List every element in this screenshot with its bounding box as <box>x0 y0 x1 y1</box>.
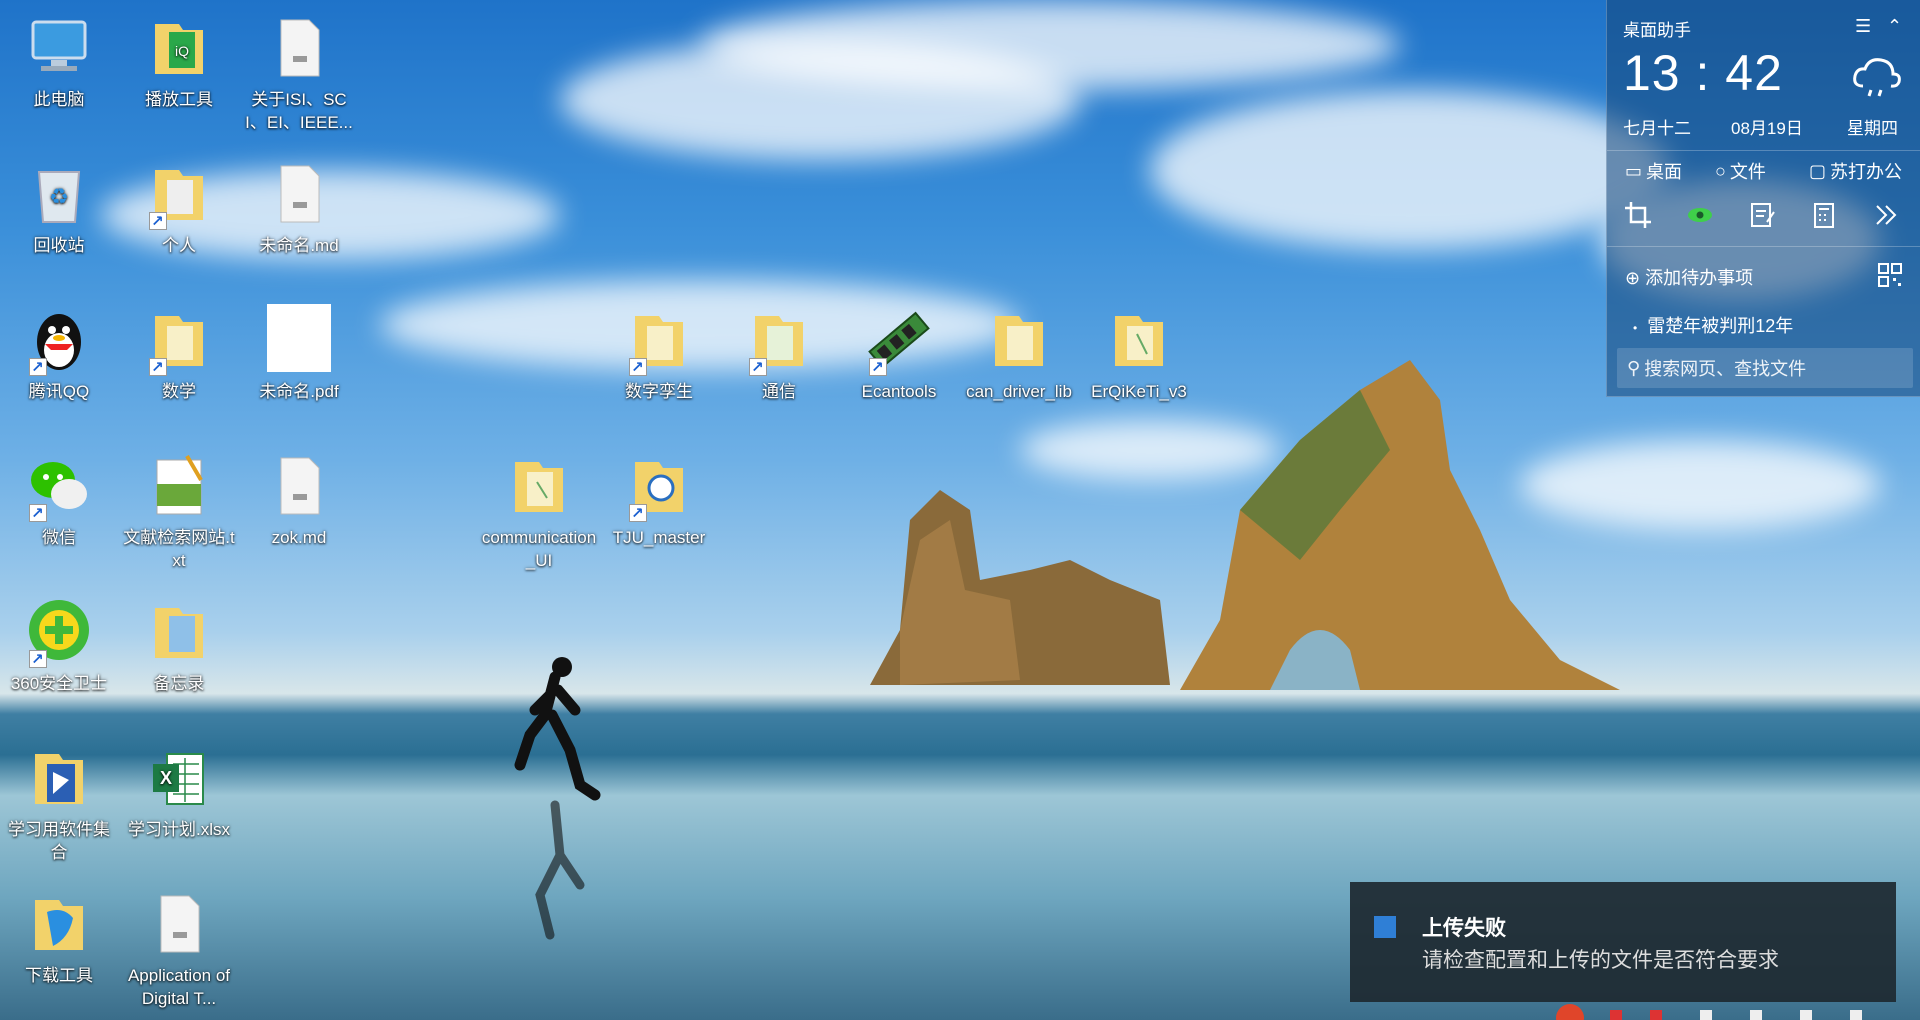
desktop-icon-tju-master[interactable]: TJU_master <box>601 450 717 549</box>
folder-icon: iQ <box>143 12 215 84</box>
svg-text:iQ: iQ <box>175 43 189 59</box>
md-file-icon <box>263 450 335 522</box>
weekday: 星期四 <box>1847 119 1898 138</box>
computer-icon <box>23 12 95 84</box>
desktop-icon-isi-sci[interactable]: 关于ISI、SCI、EI、IEEE... <box>241 12 357 134</box>
folder-icon <box>143 158 215 233</box>
folder-icon <box>1103 304 1175 376</box>
qr-code-icon[interactable] <box>1877 262 1903 288</box>
plus-circle-icon: ⊕ <box>1625 268 1641 288</box>
desktop-icon-untitled-md[interactable]: 未命名.md <box>241 158 357 257</box>
small-rock <box>870 490 1170 685</box>
desktop-icon-personal[interactable]: 个人 <box>121 158 237 257</box>
search-icon: ⚲ <box>1627 357 1641 378</box>
qq-icon <box>23 304 95 379</box>
desktop-icon-communication[interactable]: 通信 <box>721 304 837 403</box>
svg-text:X: X <box>160 768 172 788</box>
shortcut-arrow-icon <box>629 356 647 379</box>
nav-soda-office[interactable]: ▢ 苏打办公 <box>1809 158 1902 184</box>
chevron-right-double-icon[interactable] <box>1871 200 1901 230</box>
desktop-icon-this-pc[interactable]: 此电脑 <box>1 12 117 111</box>
folder-icon <box>23 888 95 960</box>
taskbar-tray-strip <box>1556 1004 1862 1020</box>
desktop-icon-ecantools[interactable]: Ecantools <box>841 304 957 403</box>
nav-files[interactable]: ○ 文件 <box>1715 158 1766 184</box>
desktop-icon-untitled-pdf[interactable]: 未命名.pdf <box>241 304 357 403</box>
search-icon: ○ <box>1715 160 1726 181</box>
divider <box>1607 246 1920 247</box>
desktop-icon-memo[interactable]: 备忘录 <box>121 596 237 695</box>
divider <box>1607 150 1920 151</box>
desktop-icon-recycle-bin[interactable]: ♻ 回收站 <box>1 158 117 257</box>
txt-file-icon <box>143 450 215 522</box>
desktop-icon-communication-ui[interactable]: communication_UI <box>481 450 597 572</box>
desktop-icon-digital-twin[interactable]: 数字孪生 <box>601 304 717 403</box>
shortcut-arrow-icon <box>629 502 647 525</box>
eye-icon[interactable] <box>1685 200 1715 230</box>
add-todo-button[interactable]: ⊕ 添加待办事项 <box>1625 264 1753 290</box>
shortcut-arrow-icon <box>869 356 887 379</box>
file-icon <box>143 888 215 960</box>
file-icon <box>263 12 335 84</box>
desktop-icon-math[interactable]: 数学 <box>121 304 237 403</box>
arch-rock <box>1180 360 1620 690</box>
lunar-date: 七月十二 <box>1623 119 1691 138</box>
desktop-icon-zok-md[interactable]: zok.md <box>241 450 357 549</box>
app-icon <box>1374 916 1396 938</box>
folder-icon <box>983 304 1055 376</box>
folder-icon <box>23 742 95 814</box>
desktop-icon-application-doc[interactable]: Application of Digital T... <box>121 888 237 1010</box>
nav-desktop[interactable]: ▭ 桌面 <box>1625 158 1682 184</box>
crop-icon[interactable] <box>1623 200 1653 230</box>
wechat-icon <box>23 450 95 525</box>
collapse-icon[interactable]: ⌃ <box>1887 16 1902 37</box>
360-icon <box>23 596 95 671</box>
folder-icon <box>503 450 575 522</box>
calculator-icon[interactable] <box>1809 200 1839 230</box>
toast-message: 请检查配置和上传的文件是否符合要求 <box>1422 949 1779 972</box>
ecantools-icon <box>863 304 935 379</box>
desktop-icon-study-plan-xlsx[interactable]: X 学习计划.xlsx <box>121 742 237 841</box>
shortcut-arrow-icon <box>149 356 167 379</box>
shortcut-arrow-icon <box>29 648 47 671</box>
recycle-bin-icon: ♻ <box>23 158 95 230</box>
excel-icon: X <box>143 742 215 814</box>
toast-title: 上传失败 <box>1422 917 1506 940</box>
shortcut-arrow-icon <box>149 210 167 233</box>
folder-icon <box>623 304 695 379</box>
desktop-icon-360[interactable]: 360安全卫士 <box>1 596 117 695</box>
folder-icon <box>623 450 695 525</box>
note-icon[interactable] <box>1747 200 1777 230</box>
pdf-file-icon <box>263 304 335 376</box>
menu-icon[interactable]: ☰ <box>1855 16 1871 37</box>
runner-silhouette <box>514 657 601 940</box>
folder-icon <box>743 304 815 379</box>
desktop-assistant-widget: 桌面助手 ☰ ⌃ 13 : 42 七月十二 08月19日 星期四 ▭ 桌面 ○ 文件… <box>1606 0 1920 397</box>
folder-icon <box>143 304 215 379</box>
widget-title: 桌面助手 <box>1623 21 1691 40</box>
md-file-icon <box>263 158 335 230</box>
desktop-icon-player-tools[interactable]: iQ 播放工具 <box>121 12 237 111</box>
memo-icon <box>143 596 215 668</box>
widget-search-box[interactable]: ⚲ 搜索网页、查找文件 <box>1617 348 1913 388</box>
shortcut-arrow-icon <box>29 356 47 379</box>
calendar-date: 08月19日 <box>1731 119 1803 138</box>
desktop-icon-literature-txt[interactable]: 文献检索网站.txt <box>121 450 237 572</box>
cloud-rain-icon <box>1853 58 1901 97</box>
upload-failed-toast[interactable]: 上传失败 请检查配置和上传的文件是否符合要求 <box>1350 882 1896 1002</box>
desktop-icon-wechat[interactable]: 微信 <box>1 450 117 549</box>
svg-text:♻: ♻ <box>49 184 69 209</box>
news-item[interactable]: • 雷楚年被判刑12年 <box>1633 312 1793 338</box>
shortcut-arrow-icon <box>749 356 767 379</box>
desktop-icon-qq[interactable]: 腾讯QQ <box>1 304 117 403</box>
office-icon: ▢ <box>1809 160 1827 181</box>
monitor-icon: ▭ <box>1625 160 1643 181</box>
desktop-icon-study-software[interactable]: 学习用软件集合 <box>1 742 117 864</box>
shortcut-arrow-icon <box>29 502 47 525</box>
desktop-icon-download-tools[interactable]: 下载工具 <box>1 888 117 987</box>
desktop-icon-erqiketi[interactable]: ErQiKeTi_v3 <box>1081 304 1197 403</box>
desktop-icon-can-driver-lib[interactable]: can_driver_lib <box>961 304 1077 403</box>
